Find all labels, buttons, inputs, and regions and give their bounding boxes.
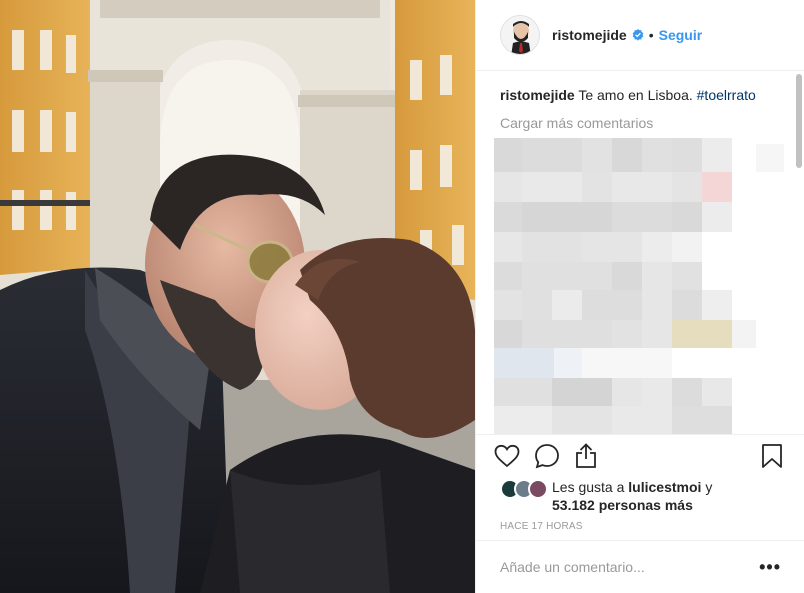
post-side-panel: ristomejide • Seguir ristomejide Te amo … [475, 0, 804, 593]
caption-hashtag[interactable]: #toelrrato [697, 87, 756, 103]
caption-text: Te amo en Lisboa. [578, 87, 693, 103]
follow-button[interactable]: Seguir [659, 27, 703, 43]
liker-avatars[interactable] [500, 479, 548, 499]
header-username[interactable]: ristomejide [552, 27, 627, 43]
save-button[interactable] [761, 436, 787, 476]
liker-avatar [528, 479, 548, 499]
comments-scrollbar[interactable] [796, 74, 802, 168]
comments-section: ristomejide Te amo en Lisboa. #toelrrato… [500, 86, 790, 131]
likes-text: Les gusta a lulicestmoi y 53.182 persona… [552, 478, 712, 514]
avatar-illustration [501, 16, 539, 54]
add-comment-bar: ••• [476, 540, 804, 593]
post-timestamp[interactable]: HACE 17 HORAS [500, 521, 583, 532]
add-comment-input[interactable] [500, 559, 760, 575]
verified-badge-icon [632, 29, 644, 41]
share-icon [576, 442, 596, 468]
pixelated-comments [494, 138, 784, 434]
post-photo-illustration [0, 0, 475, 593]
comment-button[interactable] [534, 436, 574, 476]
caption-username[interactable]: ristomejide [500, 87, 575, 103]
speech-bubble-icon [535, 443, 559, 468]
likes-user-link[interactable]: lulicestmoi [628, 479, 701, 495]
share-button[interactable] [574, 436, 614, 476]
likes-count-link[interactable]: 53.182 personas más [552, 497, 693, 513]
action-bar [476, 434, 804, 476]
post-header: ristomejide • Seguir [476, 0, 804, 71]
likes-prefix: Les gusta a [552, 479, 625, 495]
likes-conjunction: y [705, 479, 713, 495]
post-caption: ristomejide Te amo en Lisboa. #toelrrato [500, 86, 790, 104]
heart-icon [494, 444, 520, 467]
avatar[interactable] [500, 15, 540, 55]
load-more-comments-button[interactable]: Cargar más comentarios [500, 115, 790, 131]
post-photo[interactable] [0, 0, 475, 593]
more-options-button[interactable]: ••• [759, 558, 781, 576]
likes-summary: Les gusta a lulicestmoi y 53.182 persona… [500, 478, 790, 514]
like-button[interactable] [494, 436, 534, 476]
bookmark-icon [762, 443, 782, 468]
header-separator-dot: • [648, 27, 654, 43]
